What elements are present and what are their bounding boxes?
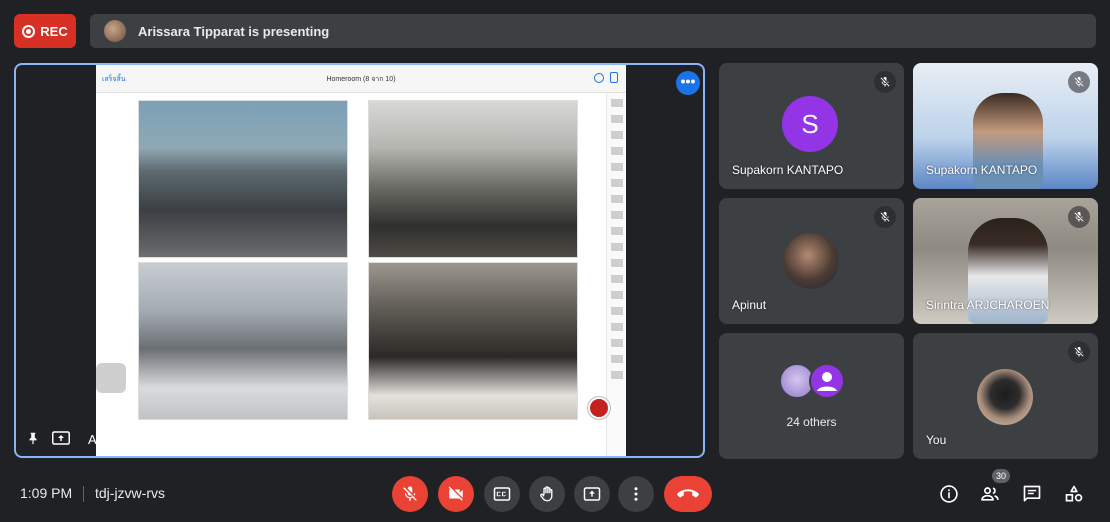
- participant-name: Sirintra ARJCHAROEN: [926, 298, 1050, 312]
- presenting-text: Arissara Tipparat is presenting: [138, 23, 330, 39]
- camera-off-icon: [448, 486, 463, 501]
- captions-button[interactable]: [484, 476, 520, 512]
- participant-name: Apinut: [732, 298, 767, 312]
- more-options-button[interactable]: •••: [676, 71, 700, 95]
- present-now-button[interactable]: [574, 476, 610, 512]
- mic-off-icon: [1068, 71, 1090, 93]
- people-button[interactable]: [978, 482, 1002, 506]
- mic-off-icon: [874, 206, 896, 228]
- present-to-screen-icon: [583, 487, 601, 501]
- slide-photo-group: [138, 100, 348, 258]
- pin-icon[interactable]: [26, 431, 40, 448]
- participant-name: Supakorn KANTAPO: [732, 163, 844, 177]
- participant-tile[interactable]: S Supakorn KANTAPO: [719, 63, 904, 189]
- more-vert-icon: [634, 487, 638, 501]
- participant-tile[interactable]: Supakorn KANTAPO: [913, 63, 1098, 189]
- mic-off-icon: [1068, 206, 1090, 228]
- others-tile[interactable]: 24 others: [719, 333, 904, 459]
- slide-thumbnail-strip: [606, 93, 626, 456]
- recording-label: REC: [40, 23, 68, 39]
- info-icon: [940, 485, 958, 503]
- meeting-details-button[interactable]: [937, 482, 961, 506]
- control-bar: 1:09 PM tdj-jzvw-rvs 30: [0, 464, 1110, 522]
- share-icon: [610, 72, 618, 83]
- assistive-touch-icon: [96, 363, 126, 393]
- mic-off-icon: [1068, 341, 1090, 363]
- others-count-label: 24 others: [786, 415, 837, 429]
- people-icon: [981, 487, 999, 501]
- participant-name: Supakorn KANTAPO: [926, 163, 1038, 177]
- self-tile[interactable]: You: [913, 333, 1098, 459]
- record-button-icon: [588, 397, 610, 419]
- captions-icon: [493, 487, 511, 501]
- presenter-avatar: [104, 20, 126, 42]
- stage-footer: Arissara Tipparat: [26, 431, 186, 448]
- mic-off-icon: [874, 71, 896, 93]
- meeting-code: tdj-jzvw-rvs: [95, 485, 165, 501]
- recording-indicator[interactable]: REC: [14, 14, 76, 48]
- participant-tile[interactable]: Sirintra ARJCHAROEN: [913, 198, 1098, 324]
- call-end-icon: [677, 489, 699, 498]
- participant-tile[interactable]: Apinut: [719, 198, 904, 324]
- slide-title: Homeroom (8 จาก 10): [326, 76, 396, 83]
- self-avatar: [977, 369, 1033, 425]
- chat-icon: [1023, 485, 1041, 502]
- others-avatars: [719, 363, 904, 399]
- slide-toolbar: เสร็จสิ้น Homeroom (8 จาก 10): [96, 65, 626, 93]
- record-icon: [22, 24, 36, 38]
- participant-avatar: [783, 233, 839, 289]
- present-to-screen-icon[interactable]: [52, 431, 70, 448]
- camera-toggle-button[interactable]: [438, 476, 474, 512]
- chat-button[interactable]: [1020, 482, 1044, 506]
- self-name: You: [926, 433, 947, 447]
- mic-toggle-button[interactable]: [392, 476, 428, 512]
- shared-screen: เสร็จสิ้น Homeroom (8 จาก 10): [96, 65, 626, 456]
- meeting-time: 1:09 PM: [20, 485, 73, 501]
- presenter-name: Arissara Tipparat: [88, 432, 187, 447]
- slide-photo-students: [368, 262, 578, 420]
- raise-hand-button[interactable]: [529, 476, 565, 512]
- hand-icon: [540, 486, 553, 502]
- mic-off-icon: [403, 486, 417, 501]
- activities-button[interactable]: [1062, 482, 1086, 506]
- presenting-banner: Arissara Tipparat is presenting: [90, 14, 1096, 48]
- more-options-button[interactable]: [618, 476, 654, 512]
- slide-photo-hall: [368, 100, 578, 258]
- activities-icon: [1065, 485, 1083, 502]
- slide-photo-workshop: [138, 262, 348, 420]
- compass-icon: [594, 73, 604, 83]
- leave-call-button[interactable]: [664, 476, 712, 512]
- participant-avatar: S: [782, 96, 838, 152]
- presentation-stage[interactable]: เสร็จสิ้น Homeroom (8 จาก 10) ••• Arissa…: [14, 63, 705, 458]
- divider: [83, 486, 84, 502]
- people-count-badge: 30: [992, 469, 1010, 483]
- avatar: [808, 363, 845, 399]
